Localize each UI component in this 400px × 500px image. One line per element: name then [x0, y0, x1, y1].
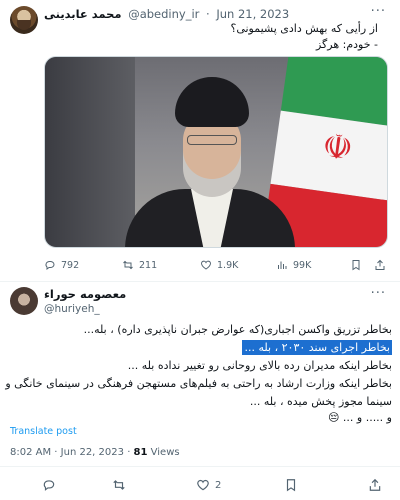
tweet-text-line: و ..... و ... 😔 [327, 411, 392, 424]
tweet-text-line: سینما مجوز پخش میده ، بله ... [249, 395, 392, 408]
views-chart-icon [278, 261, 287, 269]
tweet-date[interactable]: Jun 21, 2023 [216, 7, 289, 21]
person-portrait [125, 77, 295, 247]
tweet-text-line: - خودم: هرگز [315, 38, 378, 51]
quoted-tweet: محمد عابدینی @abediny_ir · Jun 21, 2023 … [0, 0, 400, 282]
retweet-count: 211 [139, 259, 158, 271]
divider [0, 466, 400, 467]
avatar[interactable] [10, 287, 38, 315]
like-count: 2 [215, 479, 222, 491]
tweet-date[interactable]: Jun 22, 2023 [61, 447, 124, 458]
reply-button[interactable]: 792 [44, 259, 79, 271]
tweet-time[interactable]: 8:02 AM [10, 447, 51, 458]
tweet-text-line: بخاطر اینکه مدیران رده بالای روحانی رو ت… [127, 359, 392, 372]
separator-dot: · [206, 7, 210, 21]
share-button[interactable] [368, 478, 387, 492]
retweet-button[interactable] [112, 478, 131, 492]
translate-post-link[interactable]: Translate post [10, 426, 77, 437]
tweet-text-line: بخاطر تزریق واکسن اجباری(که عوارض جبران … [83, 323, 392, 336]
tweet-timestamp: 8:02 AM · Jun 22, 2023 · 81 Views [10, 447, 180, 458]
tweet-text-line: از رأیی که بهش دادی پشیمونی؟ [230, 22, 378, 35]
like-button[interactable]: 1.9K [200, 259, 238, 271]
more-options-icon[interactable]: ··· [371, 4, 386, 19]
reply-count: 792 [61, 259, 80, 271]
views-label: Views [150, 447, 180, 458]
author-name[interactable]: معصومه حوراء [44, 287, 126, 301]
views-count: 99K [293, 259, 312, 271]
tweet-header: محمد عابدینی @abediny_ir · Jun 21, 2023 [44, 7, 289, 21]
reply-icon [45, 261, 55, 270]
like-count: 1.9K [217, 259, 239, 271]
author-handle[interactable]: @abediny_ir [128, 7, 199, 21]
retweet-icon [123, 260, 133, 270]
bookmark-icon [286, 479, 296, 492]
photo-background [45, 57, 135, 247]
reply-button[interactable] [42, 478, 61, 492]
views-count: 81 [133, 447, 148, 458]
tweet-photo[interactable]: ☫ [44, 56, 388, 248]
tweet-text-line: بخاطر اینکه وزارت ارشاد به راحتی به فیلم… [5, 377, 392, 390]
bookmark-icon [352, 260, 360, 271]
tweet-actions: 2 [0, 478, 400, 494]
retweet-button[interactable]: 211 [122, 259, 157, 271]
like-button[interactable]: 2 [196, 478, 221, 492]
tweet-text-line-highlighted: بخاطر اجرای سند ۲۰۳۰ ، بله ... [8, 340, 392, 355]
more-options-icon[interactable]: ··· [371, 286, 386, 301]
bookmark-button[interactable] [350, 259, 367, 271]
share-icon [369, 478, 381, 491]
views-button[interactable]: 99K [276, 259, 311, 271]
share-button[interactable] [374, 259, 391, 271]
divider [0, 281, 400, 282]
reply-icon [43, 480, 55, 491]
share-icon [375, 259, 385, 270]
emblem-icon: ☫ [319, 125, 356, 170]
bookmark-button[interactable] [284, 478, 303, 492]
selected-text: بخاطر اجرای سند ۲۰۳۰ ، بله ... [242, 340, 392, 355]
author-name[interactable]: محمد عابدینی [44, 7, 122, 21]
avatar[interactable] [10, 6, 38, 34]
tweet-actions: 792 211 1.9K 99K [44, 259, 388, 273]
heart-icon [197, 479, 209, 491]
retweet-icon [113, 480, 125, 490]
heart-icon [201, 260, 211, 270]
author-handle[interactable]: @huriyeh_ [44, 303, 100, 315]
